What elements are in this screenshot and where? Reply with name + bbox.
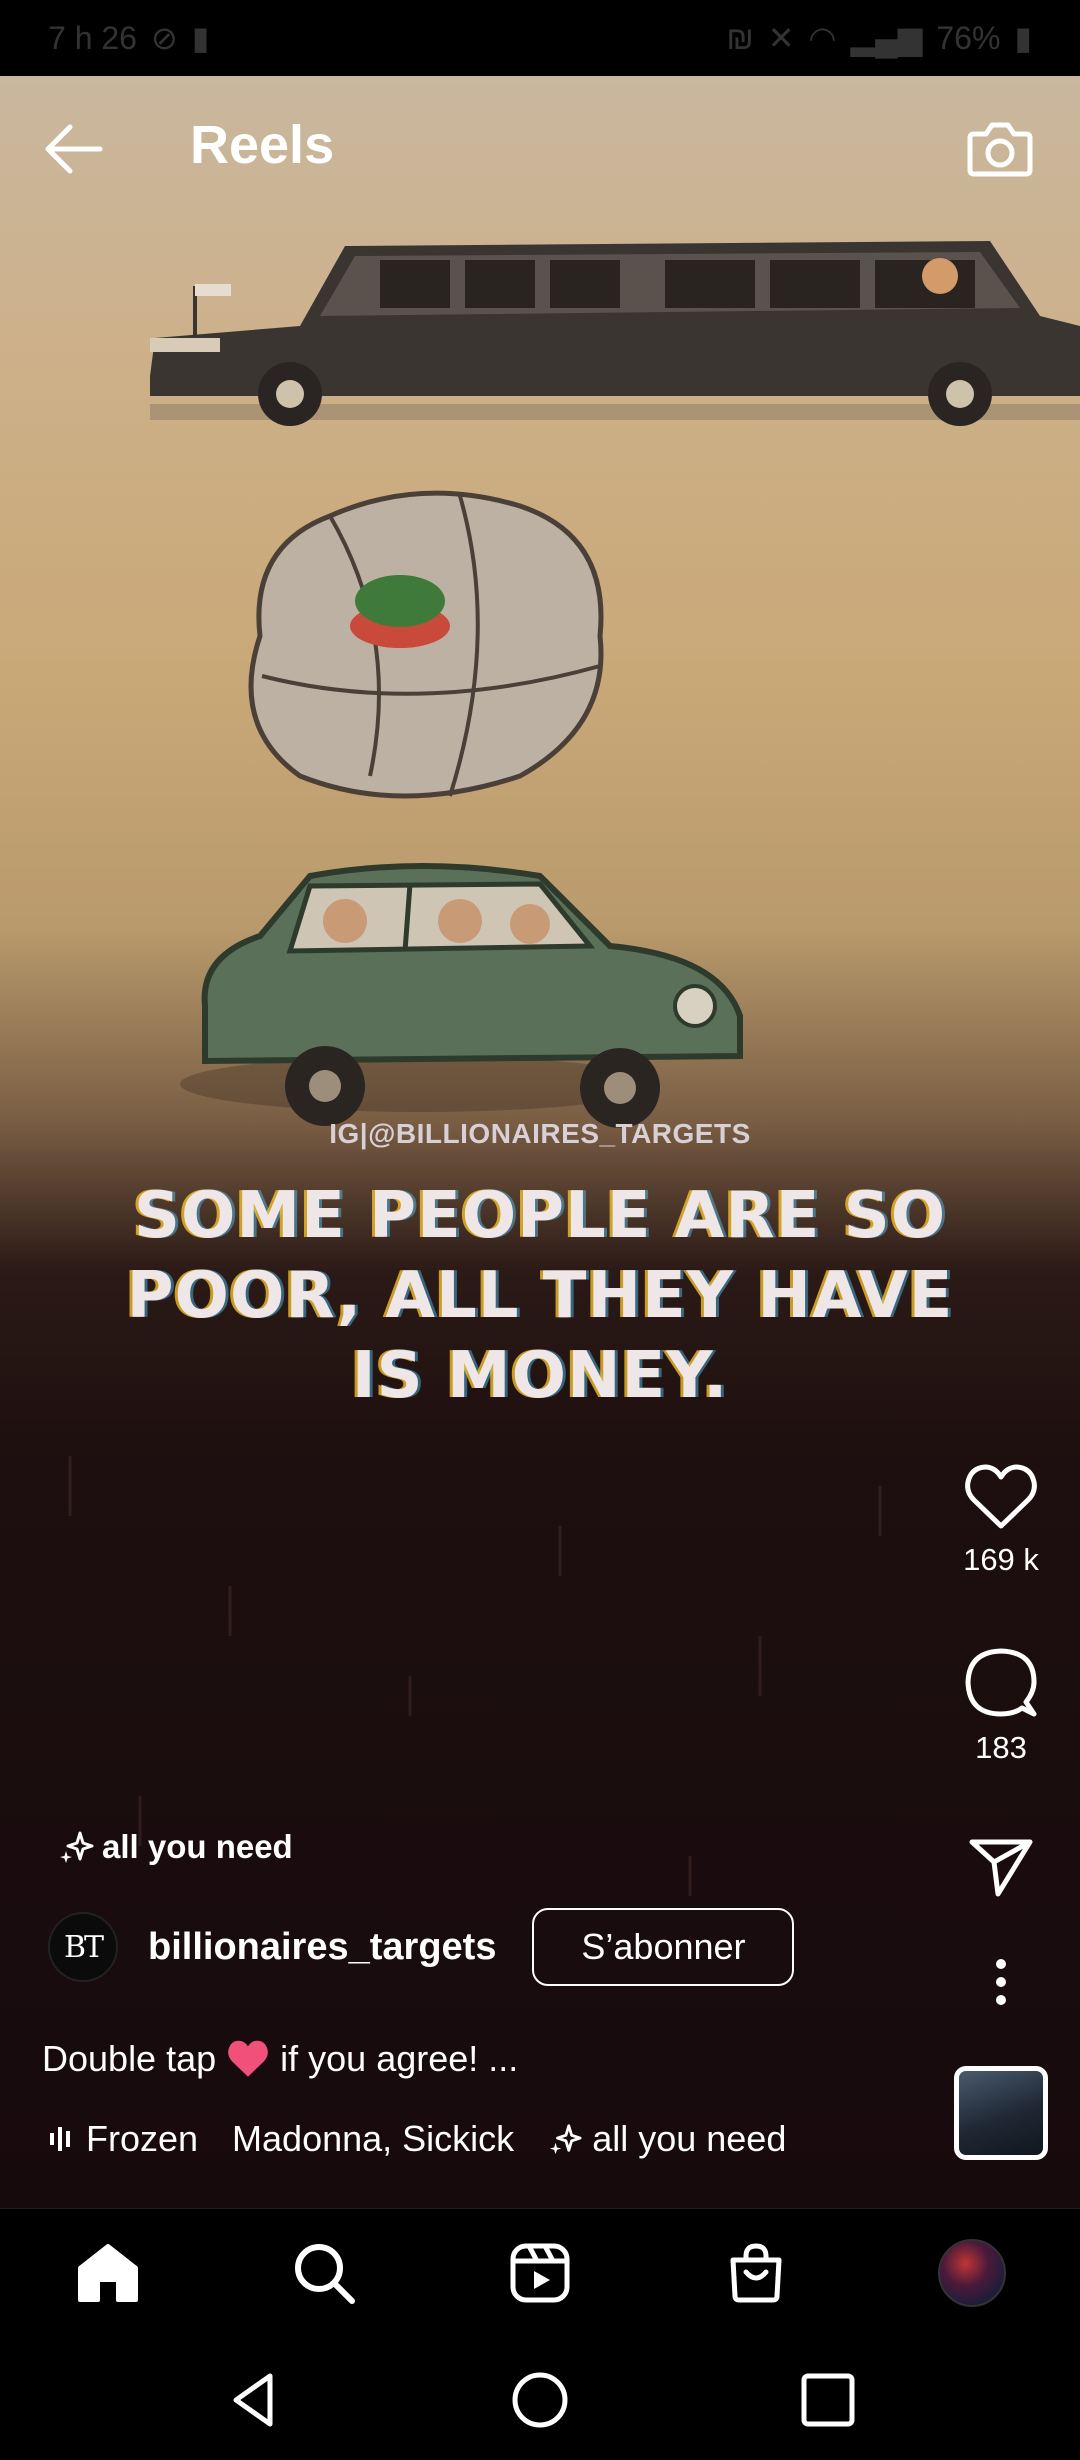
more-options-button[interactable] (940, 1958, 1062, 2006)
audio-info-row[interactable]: Frozen Madonna, Sickick all you need (48, 2118, 786, 2160)
android-recents-icon[interactable] (796, 2368, 860, 2432)
follow-button[interactable]: S’abonner (532, 1908, 795, 1986)
camera-icon (967, 122, 1033, 177)
account-username[interactable]: billionaires_targets (148, 1926, 496, 1969)
camera-button[interactable] (964, 112, 1036, 184)
caption-text-start: Double tap (42, 2038, 217, 2079)
effect-label[interactable]: all you need (58, 1828, 293, 1866)
audio-bars-icon (50, 2127, 70, 2151)
quote-line: POOR, ALL THEY HAVE (126, 1259, 954, 1333)
caption-text-end: if you agree! ... (280, 2038, 519, 2079)
quote-line: SOME PEOPLE ARE SO (133, 1179, 947, 1253)
signal-icon: ▂▄▆ (850, 20, 923, 56)
audio-thumbnail[interactable] (954, 2066, 1048, 2160)
nfc-icon: ₪ (726, 19, 754, 56)
share-button[interactable] (940, 1836, 1062, 1898)
shop-icon (730, 2243, 782, 2303)
heart-icon (965, 1464, 1037, 1529)
comment-icon (965, 1648, 1037, 1717)
profile-avatar (938, 2239, 1006, 2307)
wifi-icon: ◠ (808, 20, 837, 56)
comment-count: 183 (975, 1730, 1027, 1765)
video-icon: ▮ (191, 20, 210, 56)
status-time: 7 h 26 (48, 19, 137, 56)
reel-watermark: IG|@BILLIONAIRES_TARGETS (329, 1118, 751, 1149)
battery-icon: ▮ (1014, 20, 1032, 56)
reel-quote: SOME PEOPLE ARE SO POOR, ALL THEY HAVE I… (0, 1176, 1080, 1416)
account-avatar[interactable]: BT (48, 1912, 118, 1982)
status-bar: 7 h 26 ⊘ ▮ ₪ ✕ ◠ ▂▄▆ 76% ▮ (0, 0, 1080, 76)
page-title: Reels (190, 115, 335, 175)
nav-shop[interactable] (716, 2233, 796, 2313)
back-arrow-icon (45, 124, 103, 174)
mute-icon: ✕ (767, 20, 795, 56)
silent-notification-icon: ⊘ (150, 20, 178, 56)
effect-name: all you need (592, 2118, 787, 2159)
share-icon (969, 1839, 1033, 1897)
song-title: Frozen (86, 2118, 199, 2159)
comment-action[interactable]: 183 (940, 1646, 1062, 1766)
sparkle-icon (60, 1831, 94, 1863)
account-row: BT billionaires_targets S’abonner (48, 1908, 795, 1986)
like-action[interactable]: 169 k (940, 1462, 1062, 1578)
effect-name: all you need (102, 1828, 293, 1865)
home-icon (78, 2244, 138, 2302)
battery-percent: 76% (936, 19, 1001, 56)
reels-header: Reels (0, 76, 1080, 226)
sparkle-icon (550, 2124, 582, 2155)
more-icon (996, 1959, 1006, 2005)
like-count: 169 k (963, 1542, 1039, 1577)
system-navigation-bar (0, 2340, 1080, 2460)
android-back-icon[interactable] (224, 2368, 288, 2432)
back-button[interactable] (40, 116, 106, 182)
nav-search[interactable] (284, 2233, 364, 2313)
nav-profile[interactable] (932, 2233, 1012, 2313)
reel-video-area[interactable]: IG|@BILLIONAIRES_TARGETS SOME PEOPLE ARE… (0, 76, 1080, 2208)
bottom-navigation (0, 2208, 1080, 2340)
android-home-icon[interactable] (508, 2368, 572, 2432)
search-icon (295, 2244, 355, 2304)
quote-line: IS MONEY. (351, 1339, 729, 1413)
reels-icon (510, 2243, 570, 2303)
small-car-illustration (180, 490, 743, 1128)
nav-home[interactable] (68, 2233, 148, 2313)
limousine-illustration (150, 241, 1080, 426)
heart-emoji-icon (228, 2040, 268, 2077)
song-artists: Madonna, Sickick (232, 2118, 515, 2159)
nav-reels[interactable] (500, 2233, 580, 2313)
reel-caption[interactable]: Double tap if you agree! ... (42, 2038, 518, 2080)
